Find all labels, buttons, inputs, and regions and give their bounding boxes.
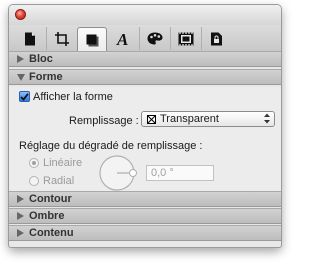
gradient-settings-label: Réglage du dégradé de remplissage :	[19, 140, 203, 152]
crop-frame-icon	[54, 31, 69, 46]
fill-popup-button[interactable]: Transparent	[141, 111, 275, 127]
transparent-swatch-icon	[147, 114, 156, 124]
section-bloc[interactable]: Bloc	[9, 51, 281, 67]
angle-field[interactable]: 0,0 °	[146, 165, 214, 181]
lock-document-icon	[211, 32, 222, 45]
tab-crop[interactable]	[46, 27, 76, 50]
document-icon	[25, 32, 35, 45]
color-palette-icon	[147, 32, 162, 45]
linear-radio[interactable]: Linéaire	[29, 157, 82, 169]
section-forme-label: Forme	[29, 71, 63, 83]
section-ombre-label: Ombre	[29, 210, 65, 222]
disclosure-collapsed-icon	[17, 195, 25, 203]
section-contenu-label: Contenu	[29, 227, 74, 239]
section-forme[interactable]: Forme	[9, 69, 281, 85]
radial-radio-label: Radial	[43, 175, 75, 187]
title-bar	[9, 5, 281, 25]
disclosure-collapsed-icon	[17, 229, 25, 237]
radial-radio-indicator	[29, 176, 39, 186]
section-contour[interactable]: Contour	[9, 191, 281, 207]
section-bloc-label: Bloc	[29, 53, 53, 65]
inspector-window: A Bloc Forme Afficher la forme Remplissa…	[8, 4, 282, 248]
close-button[interactable]	[15, 9, 26, 20]
disclosure-collapsed-icon	[17, 212, 25, 220]
fill-label: Remplissage :	[69, 115, 139, 127]
popup-arrows-icon	[264, 113, 270, 127]
svg-text:A: A	[116, 31, 128, 47]
tab-media[interactable]	[170, 27, 200, 50]
tab-shape[interactable]	[77, 27, 107, 52]
tab-text[interactable]: A	[108, 27, 138, 50]
disclosure-collapsed-icon	[17, 55, 25, 63]
fill-popup-value: Transparent	[160, 113, 219, 125]
disclosure-expanded-icon	[17, 73, 25, 81]
tab-color[interactable]	[139, 27, 169, 50]
tab-document[interactable]	[15, 27, 45, 50]
linear-radio-indicator	[29, 158, 39, 168]
show-shape-checkbox[interactable]	[19, 91, 30, 102]
inspector-tab-bar: A	[9, 25, 281, 52]
forme-panel: Afficher la forme Remplissage : Transpar…	[9, 87, 281, 191]
checkmark-icon	[20, 92, 29, 101]
section-ombre[interactable]: Ombre	[9, 208, 281, 224]
show-shape-label: Afficher la forme	[33, 91, 113, 103]
film-frame-icon	[178, 32, 193, 45]
section-contenu[interactable]: Contenu	[9, 225, 281, 241]
text-a-icon: A	[116, 31, 128, 47]
linear-radio-label: Linéaire	[43, 157, 83, 169]
tab-metadata[interactable]	[201, 27, 231, 50]
angle-dial[interactable]	[97, 153, 137, 193]
shape-square-icon	[86, 34, 98, 46]
section-contour-label: Contour	[29, 193, 72, 205]
radial-radio[interactable]: Radial	[29, 175, 74, 187]
